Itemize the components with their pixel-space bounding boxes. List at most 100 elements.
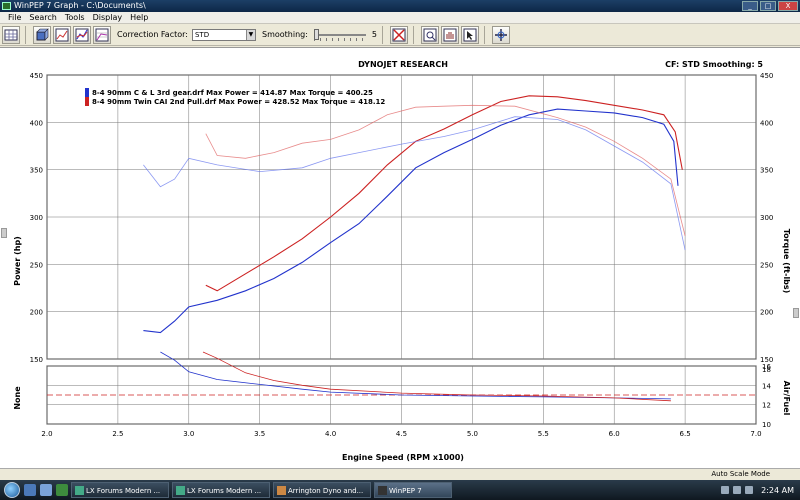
taskbar-item[interactable]: LX Forums Modern ... — [71, 482, 169, 498]
legend-swatch-red — [85, 97, 89, 106]
title-bar: WinPEP 7 Graph - C:\Documents\ _ □ X — [0, 0, 800, 12]
y-tick-label: 350 — [30, 167, 43, 175]
taskbar-item[interactable]: LX Forums Modern ... — [172, 482, 270, 498]
taskbar-item-winpep[interactable]: WinPEP 7 — [374, 482, 452, 498]
taskbar-item[interactable]: Arrington Dyno and... — [273, 482, 371, 498]
graph-title: DYNOJET RESEARCH — [358, 60, 448, 69]
x-ticks: 2.0 2.5 3.0 3.5 4.0 4.5 5.0 5.5 6.0 6.5 7.0 — [41, 430, 761, 438]
overlay-chart-icon — [75, 28, 89, 41]
menu-file[interactable]: File — [4, 12, 25, 23]
x-tick-label: 6.0 — [609, 430, 620, 438]
correction-factor-label: Correction Factor: — [117, 30, 188, 39]
app-icon — [176, 486, 185, 495]
window-title: WinPEP 7 Graph - C:\Documents\ — [14, 1, 146, 10]
y-tick-label: 300 — [30, 214, 43, 222]
x-axis-label: Engine Speed (RPM x1000) — [342, 453, 464, 462]
chevron-down-icon: ▼ — [245, 29, 255, 40]
legend-swatch-blue — [85, 88, 89, 97]
y2-tick-label: 18 — [762, 366, 771, 374]
afr-ticks: 1012141618 — [762, 363, 771, 429]
start-button[interactable] — [4, 482, 20, 498]
status-bar: Auto Scale Mode — [0, 468, 800, 480]
x-tick-label: 6.5 — [680, 430, 691, 438]
x-tick-label: 5.5 — [538, 430, 549, 438]
y2-axis-label: Torque (ft-lbs) — [782, 229, 791, 294]
graph-header-right: CF: STD Smoothing: 5 — [665, 60, 763, 69]
smoothing-value: 5 — [371, 30, 378, 39]
smoothing-slider[interactable] — [313, 28, 366, 41]
quick-launch-icon[interactable] — [56, 484, 68, 496]
arrow-cursor-icon — [463, 28, 477, 41]
y-tick-label: 450 — [30, 72, 43, 80]
x-tick-label: 5.0 — [467, 430, 478, 438]
y2-tick-label: 14 — [762, 382, 771, 390]
y2-tick-label: 300 — [760, 214, 773, 222]
remove-graph-button[interactable] — [390, 25, 409, 44]
network-icon[interactable] — [721, 486, 730, 494]
menu-display[interactable]: Display — [89, 12, 127, 23]
y2-tick-label: 250 — [760, 261, 773, 269]
app-icon — [2, 2, 11, 10]
system-tray: 2:24 AM — [710, 480, 800, 500]
y2-tick-label: 10 — [762, 421, 771, 429]
minimize-button[interactable]: _ — [742, 1, 758, 11]
menu-tools[interactable]: Tools — [61, 12, 89, 23]
view-overlay-button[interactable] — [73, 25, 91, 44]
menu-bar: File Search Tools Display Help — [0, 12, 800, 24]
app-icon — [75, 486, 84, 495]
view-multi-button[interactable] — [93, 25, 111, 44]
hand-icon — [443, 28, 457, 41]
zoom-button[interactable] — [421, 25, 440, 44]
view-torque-button[interactable] — [53, 25, 71, 44]
y-tick-label: 200 — [30, 309, 43, 317]
maximize-button[interactable]: □ — [760, 1, 776, 11]
security-icon[interactable] — [745, 486, 754, 494]
smoothing-label: Smoothing: — [261, 30, 308, 39]
crosshair-icon — [495, 28, 508, 41]
quick-launch-icon[interactable] — [40, 484, 52, 496]
pan-button[interactable] — [441, 25, 460, 44]
afr-left-label: None — [13, 386, 22, 410]
cube-icon — [36, 27, 49, 41]
y2-tick-label: 350 — [760, 167, 773, 175]
y2-tick-label: 200 — [760, 309, 773, 317]
open-run-button[interactable] — [2, 25, 20, 44]
close-button[interactable]: X — [778, 1, 798, 11]
grid-icon — [4, 29, 18, 40]
x-tick-label: 4.5 — [396, 430, 407, 438]
legend-item: 8-4 90mm Twin CAI 2nd Pull.drf Max Power… — [92, 98, 385, 106]
auto-scale-status: Auto Scale Mode — [711, 470, 770, 478]
zoom-chart-icon — [423, 28, 437, 41]
taskbar: LX Forums Modern ... LX Forums Modern ..… — [0, 480, 800, 500]
toolbar: Correction Factor: STD ▼ Smoothing: 5 — [0, 24, 800, 46]
app-icon — [378, 486, 387, 495]
cross-chart-icon — [392, 28, 406, 41]
cursor-button[interactable] — [461, 25, 480, 44]
y-tick-label: 250 — [30, 261, 43, 269]
x-tick-label: 4.0 — [325, 430, 336, 438]
multi-chart-icon — [95, 28, 109, 41]
menu-help[interactable]: Help — [126, 12, 152, 23]
x-tick-label: 3.5 — [254, 430, 265, 438]
slider-thumb[interactable] — [313, 28, 319, 40]
legend-item: 8-4 90mm C & L 3rd gear.drf Max Power = … — [92, 89, 373, 97]
x-tick-label: 7.0 — [750, 430, 761, 438]
y2-tick-label: 400 — [760, 119, 773, 127]
view-power-button[interactable] — [33, 25, 51, 44]
volume-icon[interactable] — [733, 486, 742, 494]
y2-tick-label: 12 — [762, 402, 771, 410]
crosshair-button[interactable] — [492, 25, 511, 44]
correction-factor-select[interactable]: STD ▼ — [191, 28, 256, 41]
quick-launch-icon[interactable] — [24, 484, 36, 496]
y2-tick-label: 450 — [760, 72, 773, 80]
y-axis-label: Power (hp) — [13, 236, 22, 286]
chart-icon — [55, 28, 69, 41]
x-tick-label: 3.0 — [183, 430, 194, 438]
dyno-chart: DYNOJET RESEARCH CF: STD Smoothing: 5 15… — [13, 60, 791, 462]
clock: 2:24 AM — [761, 485, 794, 495]
correction-factor-value: STD — [194, 30, 210, 39]
x-tick-label: 2.0 — [41, 430, 52, 438]
app-icon — [277, 486, 286, 495]
y-tick-label: 400 — [30, 119, 43, 127]
menu-search[interactable]: Search — [25, 12, 60, 23]
